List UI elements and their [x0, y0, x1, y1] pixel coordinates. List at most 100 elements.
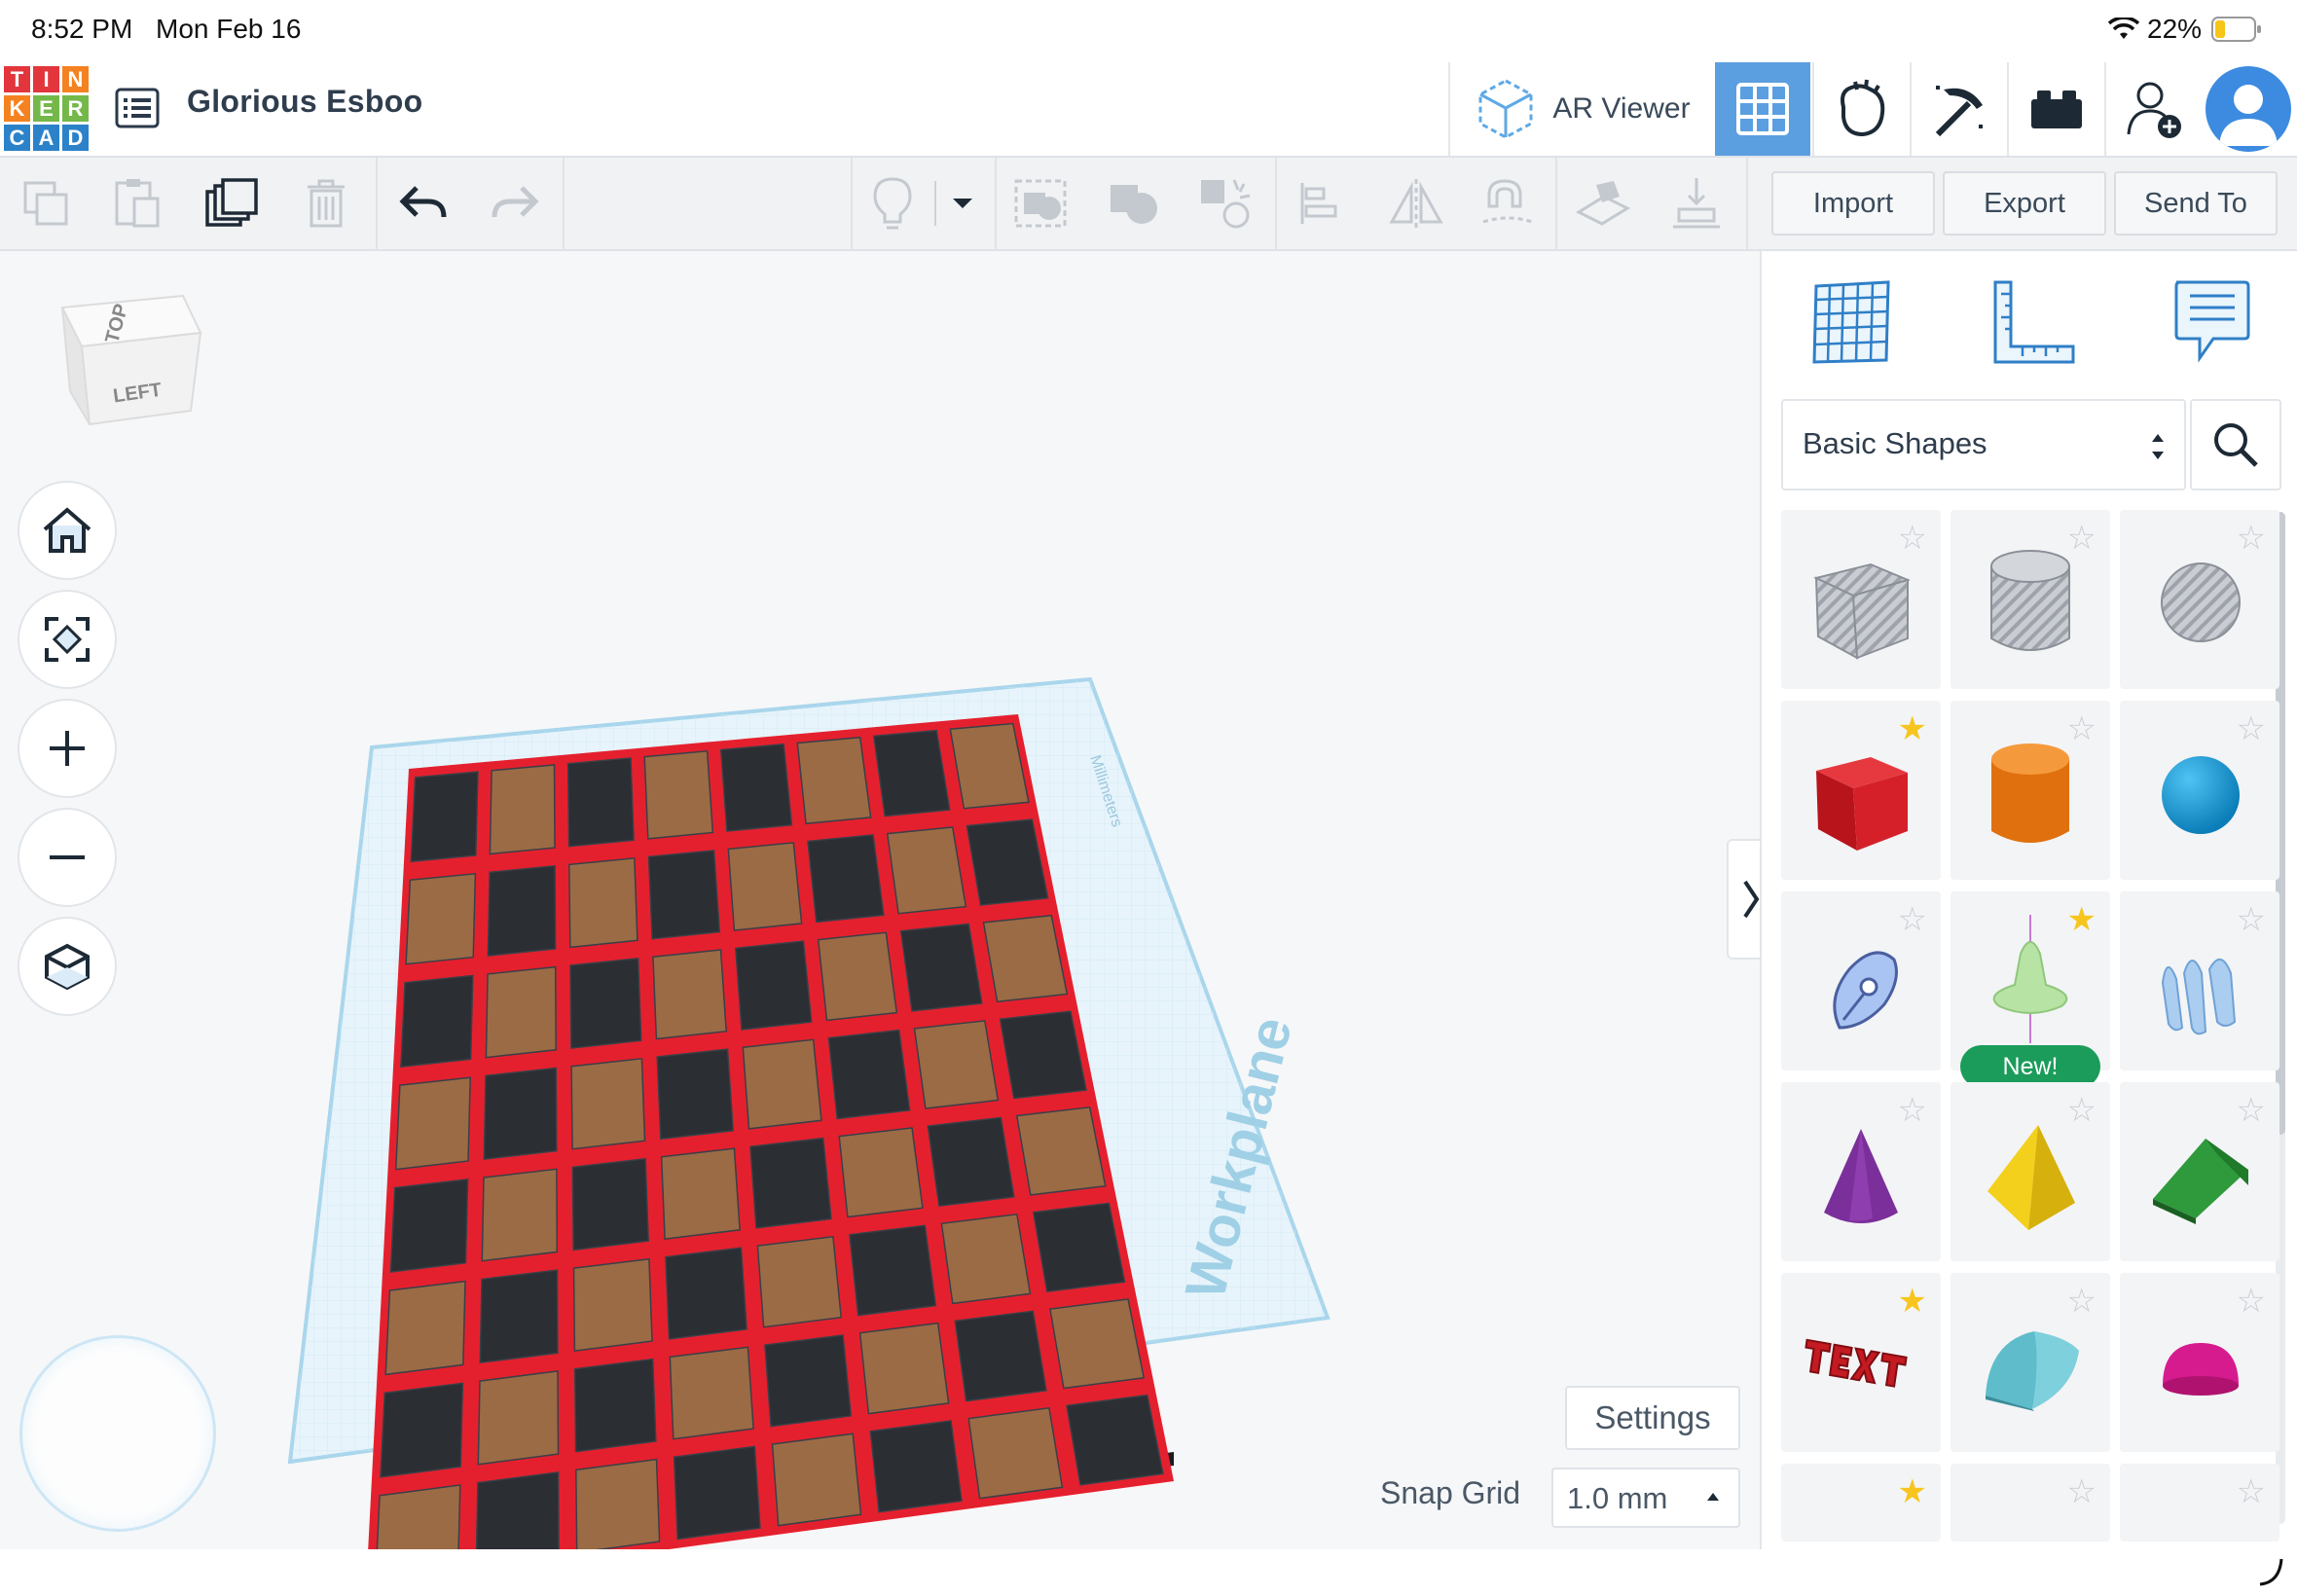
undo-button[interactable] — [393, 173, 454, 234]
bricks-view-button[interactable] — [1910, 62, 2007, 156]
workplane-tool-button[interactable] — [1573, 173, 1633, 234]
shape-card-cylinder[interactable]: ☆ — [1951, 701, 2110, 880]
board-square — [719, 743, 793, 832]
shape-card-partial[interactable]: ☆ — [1951, 1464, 2110, 1542]
favorite-star-icon[interactable]: ☆ — [2237, 1094, 2266, 1127]
board-square — [982, 914, 1069, 1003]
design-list-icon[interactable] — [115, 88, 160, 128]
favorite-star-icon[interactable]: ☆ — [1898, 1094, 1927, 1127]
lightbulb-icon — [873, 177, 912, 230]
group-button[interactable] — [1010, 173, 1071, 234]
shape-card-half-sphere[interactable]: ☆ — [2120, 1273, 2279, 1452]
shape-card-cylinder-hole[interactable]: ☆ — [1951, 510, 2110, 689]
favorite-star-icon[interactable]: ☆ — [2237, 522, 2266, 555]
invite-user-button[interactable] — [2104, 62, 2202, 156]
ungroup-button[interactable] — [1104, 173, 1164, 234]
bottom-bar — [0, 1549, 2297, 1596]
logo-letter: E — [33, 95, 59, 122]
half-sphere-icon — [2163, 1343, 2239, 1396]
board-square — [380, 1382, 464, 1478]
design-title[interactable]: Glorious Esboo — [187, 84, 422, 120]
duplicate-button[interactable] — [201, 173, 261, 234]
shape-card-box[interactable]: ★ — [1781, 701, 1941, 880]
shape-card-shape-generator[interactable]: ☆ — [2120, 891, 2279, 1070]
mirror-button[interactable] — [1386, 173, 1446, 234]
notes-dropdown-button[interactable] — [932, 173, 993, 234]
ar-viewer-button[interactable]: AR Viewer — [1448, 62, 1715, 156]
snap-grid-select[interactable]: 1.0 mm — [1551, 1468, 1740, 1528]
board-square — [827, 1029, 911, 1120]
status-date: Mon Feb 16 — [156, 14, 302, 44]
resize-handle-icon[interactable] — [2256, 1555, 2285, 1588]
favorite-star-icon[interactable]: ☆ — [2067, 1475, 2096, 1508]
3d-workspace[interactable]: TOP LEFT Millimeters Workplane Settings … — [0, 251, 1775, 1549]
drop-button[interactable] — [1666, 173, 1727, 234]
redo-button[interactable] — [485, 173, 545, 234]
board-square — [566, 757, 635, 848]
logo-letter: A — [33, 125, 59, 151]
notes-button[interactable] — [862, 173, 923, 234]
board-square — [575, 1458, 661, 1549]
paste-button[interactable] — [107, 173, 167, 234]
3d-design-view-button[interactable] — [1715, 62, 1810, 156]
shape-category-select[interactable]: Basic Shapes — [1781, 399, 2186, 490]
favorite-star-icon[interactable]: ☆ — [1898, 903, 1927, 936]
shape-card-pyramid[interactable]: ☆ — [1951, 1082, 2110, 1261]
settings-button[interactable]: Settings — [1565, 1386, 1740, 1450]
send-to-button[interactable]: Send To — [2114, 171, 2278, 236]
notes-icon[interactable] — [2170, 278, 2252, 366]
shape-card-partial[interactable]: ☆ — [2120, 1464, 2279, 1542]
shape-card-cone[interactable]: ☆ — [1781, 1082, 1941, 1261]
shape-card-roof[interactable]: ☆ — [2120, 1082, 2279, 1261]
lego-view-button[interactable] — [2007, 62, 2104, 156]
board-square — [400, 974, 474, 1068]
grid-view-icon — [1736, 83, 1789, 135]
shape-search-button[interactable] — [2190, 399, 2281, 490]
shape-card-spinning-top[interactable]: ★ New! — [1951, 891, 2110, 1088]
logo-letter: I — [33, 66, 59, 92]
copy-icon — [23, 181, 68, 226]
favorite-star-icon[interactable]: ★ — [1898, 1285, 1927, 1318]
group-icon — [1014, 179, 1067, 228]
favorite-star-icon[interactable]: ★ — [1898, 1475, 1927, 1508]
delete-button[interactable] — [296, 173, 356, 234]
copy-button[interactable] — [16, 173, 76, 234]
favorite-star-icon[interactable]: ☆ — [2237, 903, 2266, 936]
align-button[interactable] — [1291, 173, 1351, 234]
board-square — [384, 1280, 466, 1376]
favorite-star-icon[interactable]: ☆ — [2237, 1285, 2266, 1318]
caret-up-icon — [1707, 1493, 1719, 1501]
orbit-joystick[interactable] — [19, 1335, 216, 1532]
shape-card-box-hole[interactable]: ☆ — [1781, 510, 1941, 689]
shape-card-partial[interactable]: ★ — [1781, 1464, 1941, 1542]
shape-card-scribble[interactable]: ☆ — [1781, 891, 1941, 1070]
tinkercad-logo[interactable]: T I N K E R C A D — [4, 66, 89, 151]
board-square — [756, 1235, 843, 1328]
board-square — [389, 1179, 469, 1273]
ruler-icon[interactable] — [1987, 278, 2079, 366]
board-square — [858, 1322, 950, 1415]
shape-card-text[interactable]: ★ — [1781, 1273, 1941, 1452]
blocks-view-button[interactable] — [1812, 62, 1910, 156]
shape-card-sphere-hole[interactable]: ☆ — [2120, 510, 2279, 689]
magnet-button[interactable] — [1477, 173, 1538, 234]
favorite-star-icon[interactable]: ☆ — [2237, 1475, 2266, 1508]
cruise-button[interactable] — [1195, 173, 1256, 234]
board-square — [475, 1470, 560, 1549]
magnet-icon — [1482, 179, 1533, 224]
board-square — [838, 1127, 924, 1218]
favorite-star-icon[interactable]: ☆ — [2237, 712, 2266, 745]
board-square — [913, 1020, 1000, 1109]
shape-card-sphere[interactable]: ☆ — [2120, 701, 2279, 880]
favorite-star-icon[interactable]: ☆ — [2067, 1285, 2096, 1318]
workplane-grid-icon[interactable] — [1810, 278, 1894, 366]
battery-icon — [2211, 17, 2261, 42]
cone-icon — [1824, 1129, 1898, 1223]
export-button[interactable]: Export — [1943, 171, 2106, 236]
avatar[interactable] — [2206, 66, 2291, 152]
board-square — [1049, 1298, 1146, 1390]
board-square — [410, 771, 479, 863]
import-button[interactable]: Import — [1771, 171, 1935, 236]
shape-card-half-cylinder[interactable]: ☆ — [1951, 1273, 2110, 1452]
board-square — [734, 940, 813, 1031]
